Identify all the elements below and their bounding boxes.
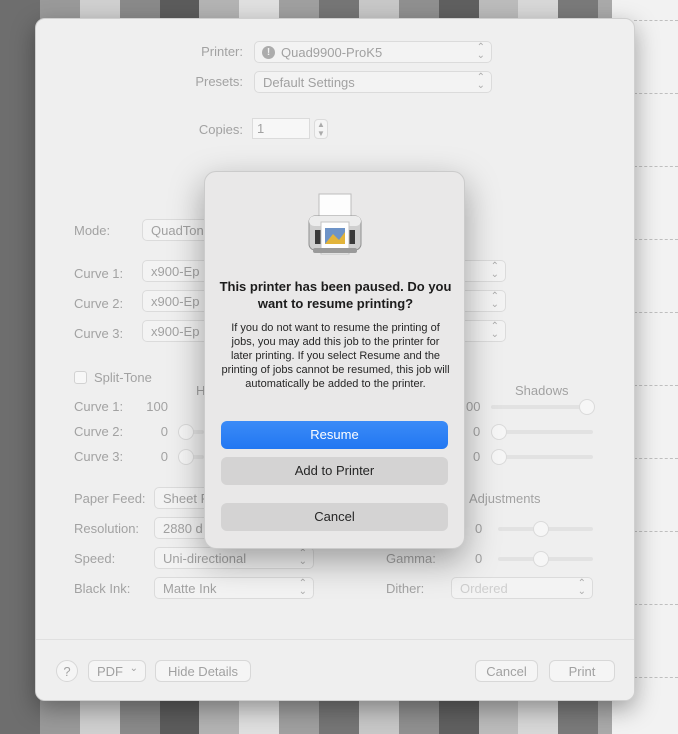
split-curve2-label: Curve 2: — [74, 424, 124, 439]
printer-label: Printer: — [201, 44, 243, 59]
curve1-value: x900-Ep — [151, 264, 200, 279]
speed-value: Uni-directional — [163, 551, 247, 566]
resume-button[interactable]: Resume — [221, 421, 448, 449]
add-to-printer-button[interactable]: Add to Printer — [221, 457, 448, 485]
split-curve3-left-slider[interactable] — [178, 449, 204, 465]
presets-value: Default Settings — [263, 75, 355, 90]
split-curve3-right-value: 0 — [473, 449, 481, 464]
dither-value: Ordered — [460, 581, 508, 596]
copies-field[interactable]: 1 — [252, 118, 310, 139]
printer-paused-alert: This printer has been paused. Do you wan… — [204, 171, 465, 549]
help-button[interactable]: ? — [56, 660, 78, 682]
split-curve3-label: Curve 3: — [74, 449, 124, 464]
pdf-label: PDF — [97, 664, 123, 679]
split-curve1-slider[interactable] — [491, 399, 595, 415]
curve2-label: Curve 2: — [74, 296, 124, 311]
split-curve3-slider[interactable] — [491, 449, 593, 465]
black-ink-popup[interactable]: Matte Ink ⌃ ⌄ — [154, 577, 314, 599]
copies-label: Copies: — [198, 122, 243, 137]
split-tone-label: Split-Tone — [94, 370, 152, 385]
paper-feed-label: Paper Feed: — [74, 491, 146, 506]
copies-stepper[interactable]: ▲ ▼ — [314, 119, 328, 139]
split-curve2-value: 0 — [160, 424, 168, 439]
print-button[interactable]: Print — [549, 660, 615, 682]
split-curve1-value: 100 — [146, 399, 168, 414]
split-curve2-right-value: 0 — [473, 424, 481, 439]
chevron-updown-icon: ⌃ ⌄ — [476, 72, 485, 91]
curve1-label: Curve 1: — [74, 266, 124, 281]
shadows-label: Shadows — [515, 383, 569, 398]
split-curve2-left-slider[interactable] — [178, 424, 204, 440]
chevron-updown-icon: ⌃ ⌄ — [577, 578, 586, 597]
split-curve2-slider[interactable] — [491, 424, 593, 440]
chevron-updown-icon: ⌃ ⌄ — [298, 578, 307, 597]
mode-label: Mode: — [74, 223, 111, 238]
printer-value: Quad9900-ProK5 — [281, 45, 383, 60]
speed-label: Speed: — [74, 551, 116, 566]
split-curve3-value: 0 — [160, 449, 168, 464]
resolution-label: Resolution: — [74, 521, 140, 536]
curve3-value: x900-Ep — [151, 324, 200, 339]
curve2-value: x900-Ep — [151, 294, 200, 309]
black-ink-value: Matte Ink — [163, 581, 217, 596]
chevron-updown-icon: ⌃ ⌄ — [476, 42, 485, 61]
chevron-updown-icon: ⌃ ⌄ — [298, 548, 307, 567]
dither-popup[interactable]: Ordered ⌃ ⌄ — [451, 577, 593, 599]
dialog-footer: ? PDF ⌄ Hide Details Cancel Print — [36, 639, 634, 700]
gamma-value: 0 — [475, 551, 483, 566]
alert-cancel-button[interactable]: Cancel — [221, 503, 448, 531]
pdf-menu-button[interactable]: PDF ⌄ — [88, 660, 146, 682]
alert-title: This printer has been paused. Do you wan… — [219, 279, 452, 311]
printer-status-icon: ! — [262, 46, 275, 59]
cancel-button[interactable]: Cancel — [475, 660, 538, 682]
black-ink-label: Black Ink: — [74, 581, 131, 596]
chevron-updown-icon: ⌃ ⌄ — [490, 261, 499, 280]
curve3-label: Curve 3: — [74, 326, 124, 341]
split-tone-checkbox[interactable] — [74, 371, 87, 384]
background-strip — [0, 0, 40, 734]
presets-label: Presets: — [195, 74, 243, 89]
chevron-down-icon: ⌄ — [129, 663, 138, 674]
adjust-slider[interactable] — [498, 521, 593, 537]
printer-icon — [308, 193, 362, 255]
split-curve1-label: Curve 1: — [74, 399, 124, 414]
gamma-slider[interactable] — [498, 551, 593, 567]
dither-label: Dither: — [386, 581, 425, 596]
chevron-updown-icon: ⌃ ⌄ — [490, 321, 499, 340]
chevron-updown-icon: ⌃ ⌄ — [490, 291, 499, 310]
presets-popup[interactable]: Default Settings ⌃ ⌄ — [254, 71, 492, 93]
gamma-label: Gamma: — [386, 551, 436, 566]
split-curve1-right-value: 00 — [466, 399, 481, 414]
adjust-value: 0 — [475, 521, 483, 536]
printer-popup[interactable]: ! Quad9900-ProK5 ⌃ ⌄ — [254, 41, 492, 63]
alert-message: If you do not want to resume the printin… — [221, 322, 450, 390]
speed-popup[interactable]: Uni-directional ⌃ ⌄ — [154, 547, 314, 569]
adjustments-label: Adjustments — [469, 491, 541, 506]
hide-details-button[interactable]: Hide Details — [155, 660, 251, 682]
